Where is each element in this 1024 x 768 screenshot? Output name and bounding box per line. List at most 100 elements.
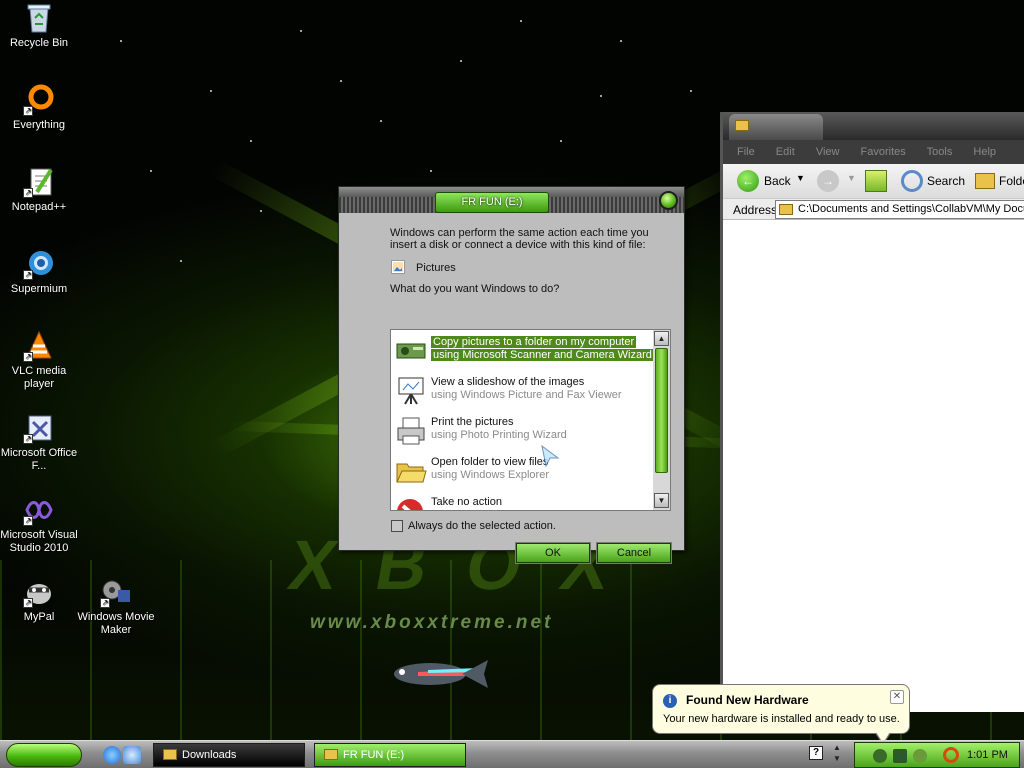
menu-file[interactable]: File: [737, 146, 755, 158]
notepadpp-icon: ↗: [23, 166, 55, 198]
menu-tools[interactable]: Tools: [927, 146, 953, 158]
action-subtitle: using Microsoft Scanner and Camera Wizar…: [431, 349, 654, 361]
back-arrow-icon[interactable]: ←: [737, 170, 759, 192]
forward-arrow-icon[interactable]: →: [817, 170, 839, 192]
folder-icon: [163, 749, 177, 760]
search-button[interactable]: Search: [927, 174, 965, 188]
dialog-intro: Windows can perform the same action each…: [390, 227, 649, 251]
desktop-icon-label: Microsoft Office F...: [0, 447, 78, 472]
scroll-down-icon[interactable]: ▼: [654, 493, 669, 508]
balloon-message: Your new hardware is installed and ready…: [663, 713, 900, 725]
shortcut-arrow-icon: ↗: [23, 352, 33, 362]
back-button[interactable]: Back: [764, 174, 791, 188]
folder-icon: [324, 749, 338, 760]
up-folder-icon[interactable]: [865, 170, 887, 192]
explorer-content[interactable]: [723, 220, 1024, 712]
folder-icon: [395, 456, 427, 486]
dialog-body: Windows can perform the same action each…: [339, 213, 684, 564]
taskbar: Downloads FR FUN (E:) ? ▲ ▼ 1:01 PM: [0, 740, 1024, 768]
shortcut-arrow-icon: ↗: [23, 598, 33, 608]
pictures-icon: [391, 260, 405, 274]
menu-favorites[interactable]: Favorites: [861, 146, 906, 158]
fish-cursor-icon: [394, 660, 488, 688]
action-copy-pictures[interactable]: Copy pictures to a folder on my computer…: [395, 334, 654, 368]
desktop-icon-label: Recycle Bin: [9, 37, 69, 49]
notification-balloon[interactable]: i Found New Hardware Your new hardware i…: [652, 684, 910, 745]
action-title: View a slideshow of the images: [431, 376, 585, 388]
taskbar-button-fr-fun[interactable]: FR FUN (E:): [314, 743, 466, 767]
folders-icon[interactable]: [975, 173, 995, 189]
vlc-icon: ↗: [23, 330, 55, 362]
action-subtitle: using Windows Picture and Fax Viewer: [431, 389, 622, 401]
action-open-folder[interactable]: Open folder to view files using Windows …: [395, 454, 653, 488]
back-dropdown-icon[interactable]: ▼: [796, 173, 805, 183]
explorer-window[interactable]: File Edit View Favorites Tools Help ← Ba…: [720, 112, 1024, 712]
internet-explorer-icon[interactable]: [103, 746, 121, 764]
search-icon[interactable]: [901, 170, 923, 192]
taskbar-button-downloads[interactable]: Downloads: [153, 743, 305, 767]
desktop-icon-supermium[interactable]: ↗ Supermium: [0, 248, 78, 296]
scroll-up-icon[interactable]: ▲: [654, 331, 669, 346]
mouse-cursor-icon: [541, 444, 560, 468]
dialog-titlebar[interactable]: FR FUN (E:): [339, 187, 684, 213]
cancel-button[interactable]: Cancel: [596, 542, 672, 564]
actions-listbox[interactable]: Copy pictures to a folder on my computer…: [390, 329, 671, 511]
desktop-icon-label: Microsoft Visual Studio 2010: [0, 529, 78, 554]
list-scrollbar[interactable]: ▲ ▼: [653, 330, 670, 510]
close-icon[interactable]: ✕: [890, 690, 904, 704]
chevron-down-icon[interactable]: ▼: [833, 754, 841, 763]
content-type-label: Pictures: [416, 262, 456, 274]
printer-icon: [395, 416, 427, 446]
desktop-icon-everything[interactable]: ↗ Everything: [0, 84, 78, 132]
search-tray-icon[interactable]: [943, 747, 959, 763]
desktop-icon-mypal[interactable]: ↗ MyPal: [0, 576, 78, 624]
desktop-icon-recycle-bin[interactable]: Recycle Bin: [0, 2, 78, 50]
explorer-toolbar: ← Back ▼ → ▼ Search Folde: [723, 164, 1024, 198]
action-title: Take no action: [431, 496, 502, 508]
desktop-icon-label: MyPal: [23, 611, 55, 623]
shortcut-arrow-icon: ↗: [23, 188, 33, 198]
action-subtitle: using Photo Printing Wizard: [431, 429, 567, 441]
menu-help[interactable]: Help: [973, 146, 996, 158]
tray-icon[interactable]: [913, 749, 927, 763]
scroll-thumb[interactable]: [655, 348, 668, 473]
autoplay-dialog[interactable]: FR FUN (E:) Windows can perform the same…: [338, 186, 685, 564]
quick-launch-icon[interactable]: [123, 746, 141, 764]
action-print[interactable]: Print the pictures using Photo Printing …: [395, 414, 653, 448]
explorer-title-tab[interactable]: [729, 114, 823, 140]
folders-button[interactable]: Folde: [999, 174, 1024, 188]
ok-button[interactable]: OK: [515, 542, 591, 564]
address-label: Address: [733, 203, 778, 217]
desktop-icon-visual-studio[interactable]: ↗ Microsoft Visual Studio 2010: [0, 494, 78, 555]
office-icon: ↗: [23, 412, 55, 444]
always-checkbox[interactable]: [391, 520, 403, 532]
action-title: Copy pictures to a folder on my computer: [431, 336, 637, 348]
shortcut-arrow-icon: ↗: [23, 270, 33, 280]
desktop-icon-vlc[interactable]: ↗ VLC media player: [0, 330, 78, 391]
menu-edit[interactable]: Edit: [776, 146, 795, 158]
menu-view[interactable]: View: [816, 146, 840, 158]
hardware-tray-icon[interactable]: [873, 749, 887, 763]
taskbar-button-label: FR FUN (E:): [343, 749, 405, 761]
action-take-no-action[interactable]: Take no action: [395, 494, 653, 510]
address-input[interactable]: C:\Documents and Settings\CollabVM\My Do…: [775, 200, 1024, 219]
desktop-icon-movie-maker[interactable]: ↗ Windows Movie Maker: [77, 576, 155, 637]
chevron-up-icon[interactable]: ▲: [833, 743, 841, 752]
close-button[interactable]: [659, 191, 678, 210]
slideshow-icon: [395, 376, 427, 406]
everything-icon: ↗: [23, 84, 55, 116]
action-title: Open folder to view files: [431, 456, 549, 468]
shortcut-arrow-icon: ↗: [23, 516, 33, 526]
always-checkbox-label[interactable]: Always do the selected action.: [408, 520, 556, 532]
mypal-icon: ↗: [23, 576, 55, 608]
action-title: Print the pictures: [431, 416, 514, 428]
explorer-titlebar[interactable]: [723, 112, 1024, 140]
network-tray-icon[interactable]: [893, 749, 907, 763]
clock[interactable]: 1:01 PM: [967, 749, 1008, 761]
action-slideshow[interactable]: View a slideshow of the images using Win…: [395, 374, 653, 408]
forward-dropdown-icon[interactable]: ▼: [847, 173, 856, 183]
start-button[interactable]: [6, 743, 82, 767]
desktop-icon-notepadpp[interactable]: ↗ Notepad++: [0, 166, 78, 214]
desktop-icon-office[interactable]: ↗ Microsoft Office F...: [0, 412, 78, 473]
help-icon[interactable]: ?: [809, 746, 823, 760]
